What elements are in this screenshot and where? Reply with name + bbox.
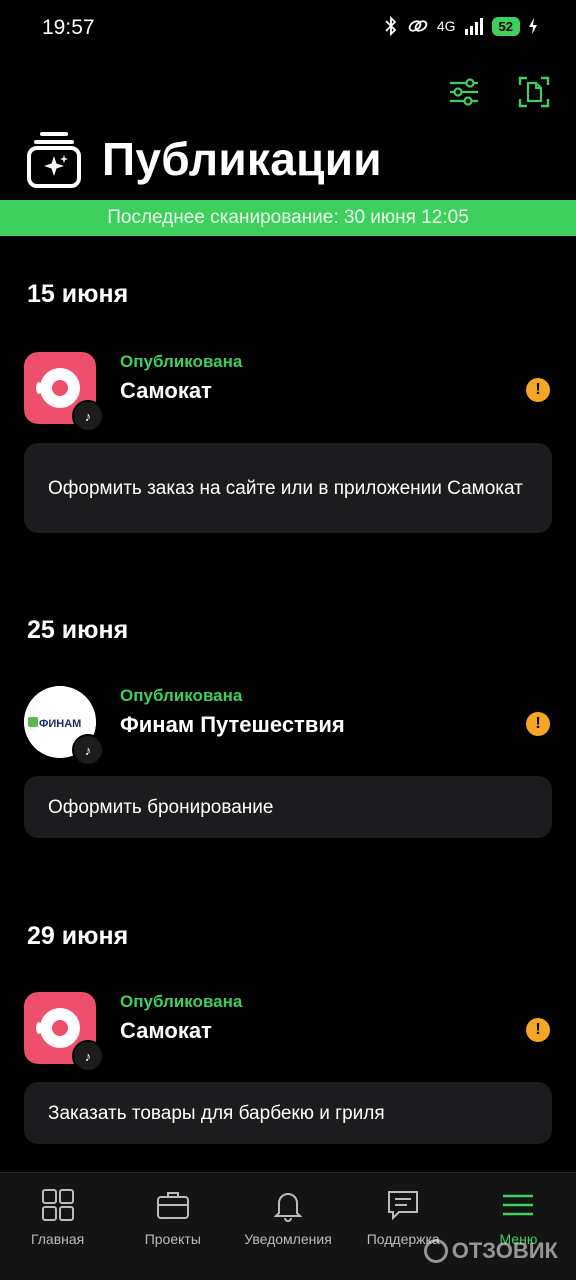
watermark-text: ОТЗОВИК <box>451 1238 558 1263</box>
date-heading: 15 июня <box>27 280 129 308</box>
task-card[interactable]: Заказать товары для барбекю и гриля <box>24 1082 552 1144</box>
publication-item[interactable]: ФИНАМ ♪ Опубликована Финам Путешествия ! <box>24 686 552 766</box>
nav-item-notifications[interactable]: Уведомления <box>230 1173 345 1280</box>
page-title: Публикации <box>102 133 382 185</box>
task-card[interactable]: Оформить бронирование <box>24 776 552 838</box>
task-card[interactable]: Оформить заказ на сайте или в приложении… <box>24 443 552 533</box>
nav-item-projects[interactable]: Проекты <box>115 1173 230 1280</box>
grid-icon <box>41 1189 74 1221</box>
signal-icon <box>464 18 483 35</box>
bluetooth-icon <box>385 16 397 36</box>
status-time: 19:57 <box>42 16 95 39</box>
publication-app-name: Самокат <box>120 378 212 403</box>
bell-icon <box>273 1193 303 1222</box>
page-header: Публикации <box>26 128 382 190</box>
publication-item[interactable]: ♪ Опубликована Самокат ! <box>24 992 552 1072</box>
publication-app-name: Финам Путешествия <box>120 712 345 737</box>
nav-label: Главная <box>30 1231 85 1247</box>
publication-status: Опубликована <box>120 352 243 371</box>
last-scan-banner: Последнее сканирование: 30 июня 12:05 <box>0 200 576 236</box>
sliders-icon[interactable] <box>446 74 482 110</box>
tiktok-icon: ♪ <box>72 1040 104 1072</box>
nav-label: Уведомления <box>244 1231 332 1247</box>
app-logo: ФИНАМ ♪ <box>24 686 104 766</box>
top-actions <box>446 74 552 110</box>
warning-icon[interactable]: ! <box>526 1018 550 1042</box>
watermark: ОТЗОВИК <box>423 1238 558 1264</box>
publication-item[interactable]: ♪ Опубликована Самокат ! <box>24 352 552 432</box>
charging-icon <box>529 18 537 34</box>
status-icons: 4G 52 <box>383 16 538 36</box>
publication-app-name: Самокат <box>120 1018 212 1043</box>
app-logo: ♪ <box>24 352 104 432</box>
link-icon <box>408 20 428 32</box>
nav-label: Проекты <box>144 1231 201 1247</box>
watermark-icon <box>423 1239 448 1263</box>
warning-icon[interactable]: ! <box>526 712 550 736</box>
date-heading: 29 июня <box>27 922 129 950</box>
warning-icon[interactable]: ! <box>526 378 550 402</box>
tiktok-icon: ♪ <box>72 400 104 432</box>
publication-status: Опубликована <box>120 686 243 705</box>
document-scan-icon[interactable] <box>516 74 552 110</box>
chat-icon <box>388 1191 419 1221</box>
publication-status: Опубликована <box>120 992 243 1011</box>
briefcase-icon <box>156 1192 189 1219</box>
app-logo: ♪ <box>24 992 104 1072</box>
publications-stack-icon <box>27 132 81 188</box>
date-heading: 25 июня <box>27 616 129 644</box>
status-bar: 19:57 4G 52 <box>0 0 576 56</box>
battery-icon: 52 <box>491 16 520 36</box>
nav-item-home[interactable]: Главная <box>0 1173 115 1280</box>
menu-icon <box>503 1194 534 1216</box>
network-label: 4G <box>436 18 456 34</box>
tiktok-icon: ♪ <box>72 734 104 766</box>
finam-logo-text: ФИНАМ <box>39 718 81 730</box>
